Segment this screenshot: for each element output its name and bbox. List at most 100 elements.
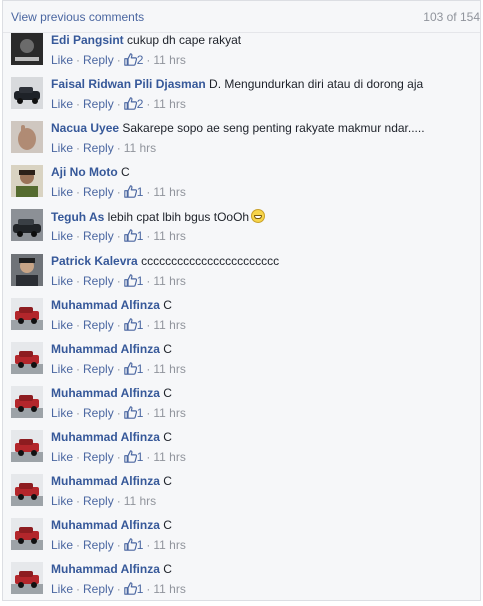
comment-timestamp[interactable]: 11 hrs xyxy=(153,97,185,111)
comment-author[interactable]: Muhammad Alfinza xyxy=(51,298,160,312)
separator-dot: · xyxy=(116,361,121,376)
like-count[interactable]: 2 xyxy=(123,53,144,67)
reply-button[interactable]: Reply xyxy=(83,185,114,199)
reply-button[interactable]: Reply xyxy=(83,538,114,552)
view-previous-comments-link[interactable]: View previous comments xyxy=(11,10,144,24)
avatar[interactable] xyxy=(11,429,43,462)
like-count-value: 1 xyxy=(136,538,144,553)
thumbs-up-icon xyxy=(123,406,137,422)
comment-text: Sakarepe sopo ae seng penting rakyate ma… xyxy=(119,121,425,136)
like-count[interactable]: 1 xyxy=(123,582,143,596)
avatar[interactable] xyxy=(11,77,43,110)
separator-dot: · xyxy=(76,273,81,288)
like-count[interactable]: 1 xyxy=(123,317,143,334)
comment-author[interactable]: Muhammad Alfinza xyxy=(51,386,160,400)
reply-button[interactable]: Reply xyxy=(83,97,114,111)
comment-text: C xyxy=(159,297,172,312)
comment-author[interactable]: Patrick Kalevra xyxy=(51,254,138,268)
grin-emoji-icon xyxy=(251,209,266,224)
like-count[interactable]: 2 xyxy=(123,97,143,111)
reply-button[interactable]: Reply xyxy=(83,362,114,376)
reply-button[interactable]: Reply xyxy=(83,53,114,67)
like-button[interactable]: Like xyxy=(51,274,73,288)
reply-button[interactable]: Reply xyxy=(83,141,114,155)
comment-timestamp[interactable]: 11 hrs xyxy=(153,274,185,288)
comment-author[interactable]: Aji No Moto xyxy=(51,165,118,179)
comment-timestamp[interactable]: 11 hrs xyxy=(153,229,185,243)
comment-timestamp[interactable]: 11 hrs xyxy=(153,538,185,552)
like-count-value: 2 xyxy=(136,53,144,67)
avatar[interactable] xyxy=(11,474,43,506)
comment-author[interactable]: Nacua Uyee xyxy=(51,121,119,135)
reply-button[interactable]: Reply xyxy=(83,274,114,288)
comment-timestamp[interactable]: 11 hrs xyxy=(153,450,185,464)
comment-timestamp[interactable]: 11 hrs xyxy=(153,318,185,332)
avatar[interactable] xyxy=(11,33,43,65)
separator-dot: · xyxy=(116,582,121,597)
comment-item: Teguh As lebih cpat lbih bgus tOoOh Like ·… xyxy=(3,209,480,253)
like-button[interactable]: Like xyxy=(51,141,73,155)
comment-text: C xyxy=(159,341,172,356)
avatar[interactable] xyxy=(11,297,43,330)
comment-actions: Like · Reply · 1 · 11 hrs xyxy=(51,582,186,598)
like-button[interactable]: Like xyxy=(51,582,73,596)
like-button[interactable]: Like xyxy=(51,362,73,376)
comment-timestamp[interactable]: 11 hrs xyxy=(124,141,156,155)
comment-author[interactable]: Muhammad Alfinza xyxy=(51,474,160,488)
reply-button[interactable]: Reply xyxy=(83,582,114,596)
comment-author[interactable]: Muhammad Alfinza xyxy=(51,430,160,444)
separator-dot: · xyxy=(76,582,81,597)
avatar[interactable] xyxy=(11,209,43,242)
avatar[interactable] xyxy=(11,253,43,286)
comment-actions: Like · Reply · 1 · 11 hrs xyxy=(51,538,186,554)
reply-button[interactable]: Reply xyxy=(83,318,114,332)
like-count[interactable]: 1 xyxy=(123,538,144,553)
avatar[interactable] xyxy=(11,121,43,154)
comment-author[interactable]: Muhammad Alfinza xyxy=(51,342,160,356)
separator-dot: · xyxy=(76,53,81,67)
avatar[interactable] xyxy=(11,562,43,595)
separator-dot: · xyxy=(76,494,81,508)
comment-item: Muhammad Alfinza C Like · Reply · 1 · 11 hrs xyxy=(3,429,480,474)
like-button[interactable]: Like xyxy=(51,185,73,199)
comment-author[interactable]: Muhammad Alfinza xyxy=(51,518,160,532)
separator-dot: · xyxy=(116,538,121,553)
like-button[interactable]: Like xyxy=(51,450,73,464)
like-count[interactable]: 1 xyxy=(123,274,143,288)
avatar[interactable] xyxy=(11,165,43,198)
comment-item: Muhammad Alfinza C Like · Reply · 11 hrs xyxy=(3,474,480,518)
comment-timestamp[interactable]: 11 hrs xyxy=(153,582,185,596)
comment-timestamp[interactable]: 11 hrs xyxy=(153,185,185,199)
like-button[interactable]: Like xyxy=(51,229,73,243)
comment-text: cukup dh cape rakyat xyxy=(123,33,242,47)
comment-author[interactable]: Teguh As xyxy=(51,210,104,224)
avatar[interactable] xyxy=(11,385,43,418)
like-button[interactable]: Like xyxy=(51,53,73,67)
separator-dot: · xyxy=(116,97,121,112)
like-count[interactable]: 1 xyxy=(123,362,143,376)
comment-timestamp[interactable]: 11 hrs xyxy=(124,494,156,508)
thumbs-up-icon xyxy=(123,317,137,334)
reply-button[interactable]: Reply xyxy=(83,406,114,420)
comment-author[interactable]: Faisal Ridwan Pili Djasman xyxy=(51,77,206,91)
like-count[interactable]: 1 xyxy=(123,406,143,422)
like-count[interactable]: 1 xyxy=(123,229,143,243)
like-button[interactable]: Like xyxy=(51,406,73,420)
comment-timestamp[interactable]: 11 hrs xyxy=(153,406,185,420)
like-button[interactable]: Like xyxy=(51,494,73,508)
comment-author[interactable]: Muhammad Alfinza xyxy=(51,562,160,576)
comment-timestamp[interactable]: 11 hrs xyxy=(153,362,185,376)
like-count[interactable]: 1 xyxy=(123,185,143,199)
avatar[interactable] xyxy=(11,341,43,374)
reply-button[interactable]: Reply xyxy=(83,450,114,464)
like-count[interactable]: 1 xyxy=(123,450,143,464)
comment-body: Aji No Moto C xyxy=(51,165,474,180)
like-button[interactable]: Like xyxy=(51,97,73,111)
comment-author[interactable]: Edi Pangsint xyxy=(51,33,124,47)
like-button[interactable]: Like xyxy=(51,318,73,332)
comment-timestamp[interactable]: 11 hrs xyxy=(153,53,185,67)
avatar[interactable] xyxy=(11,518,43,551)
like-button[interactable]: Like xyxy=(51,538,73,552)
reply-button[interactable]: Reply xyxy=(83,229,114,243)
reply-button[interactable]: Reply xyxy=(83,494,114,508)
